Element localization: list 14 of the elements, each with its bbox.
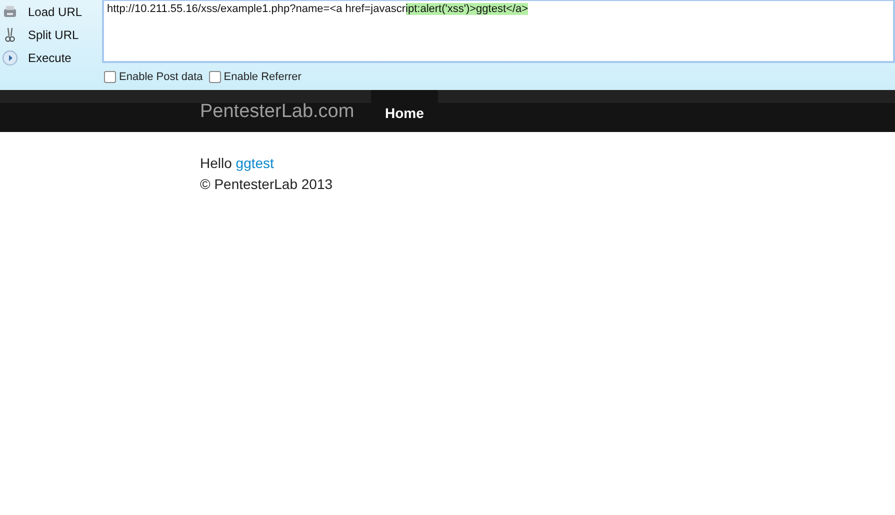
site-brand[interactable]: PentesterLab.com — [200, 90, 371, 132]
url-field[interactable]: http://10.211.55.16/xss/example1.php?name=<a href=javascript:alert('xss')>ggtest</a> — [102, 0, 895, 63]
toolbar-button[interactable]: Split URL — [0, 23, 100, 46]
checkbox[interactable] — [104, 71, 116, 83]
toolbar-button[interactable]: Load URL — [0, 0, 100, 23]
play-icon — [2, 50, 18, 66]
checkbox-label: Enable Referrer — [224, 71, 302, 83]
printer-icon — [2, 4, 18, 20]
checkbox[interactable] — [208, 71, 221, 83]
user-link[interactable]: ggtest — [236, 155, 274, 171]
copyright-text: © PentesterLab 2013 — [200, 175, 334, 194]
toolbar-button[interactable]: Execute — [0, 46, 100, 69]
checkbox-label: Enable Post data — [119, 71, 203, 83]
greeting-text: Hello — [200, 155, 232, 171]
